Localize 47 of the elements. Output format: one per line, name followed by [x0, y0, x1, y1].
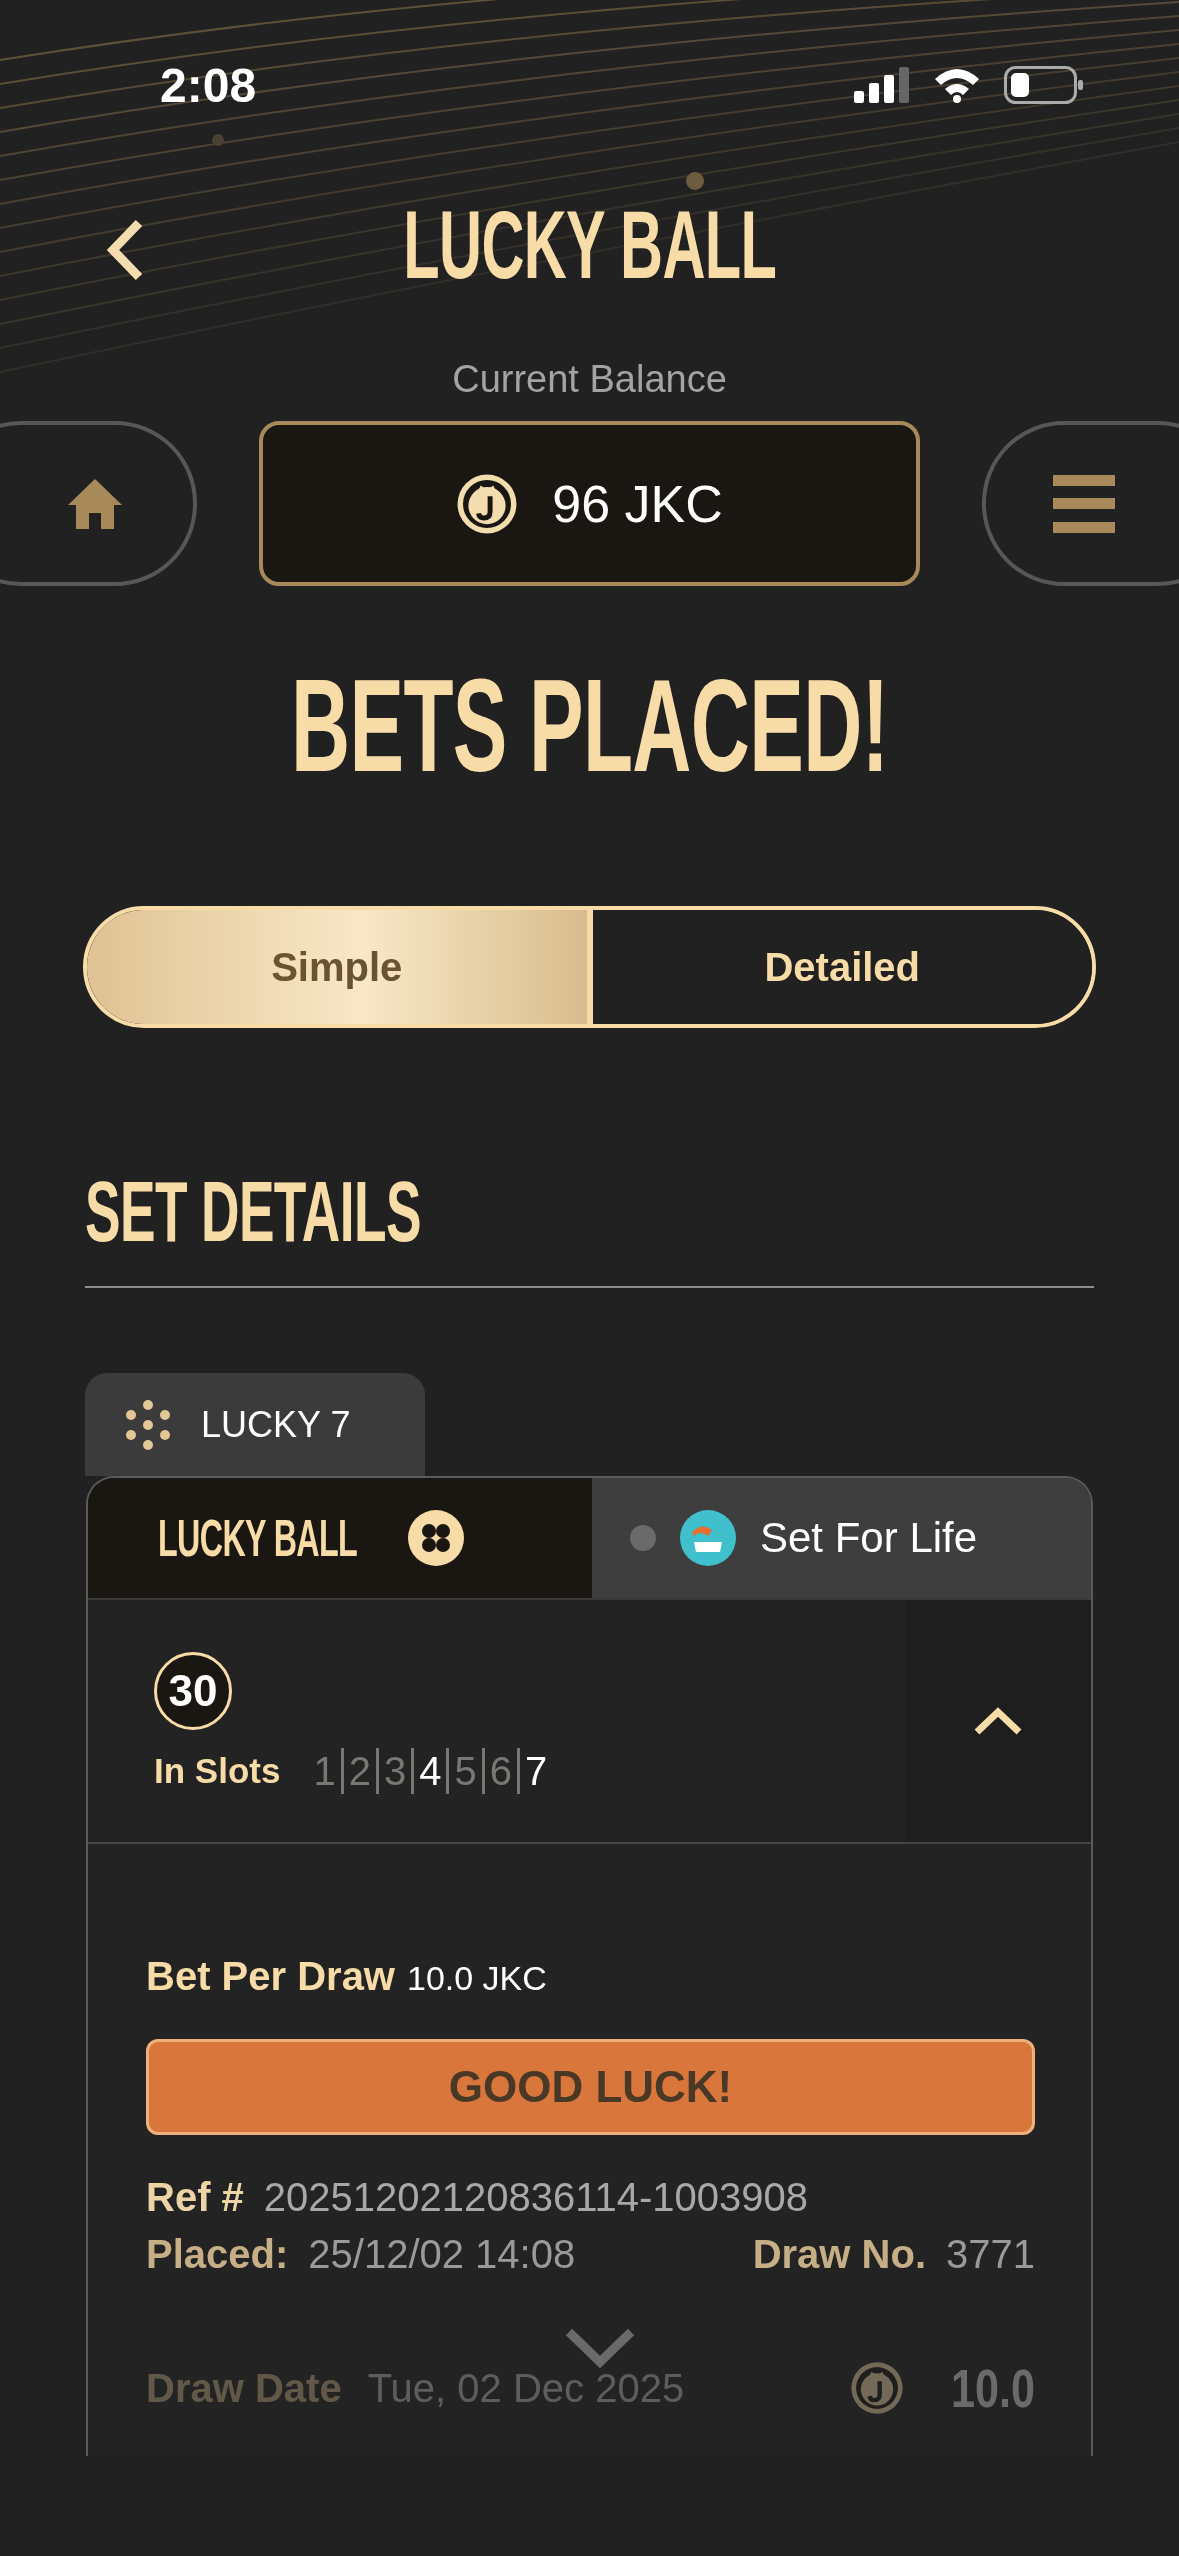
ref-number: 20251202120836114-1003908 — [263, 2175, 809, 2220]
draw-date: Tue, 02 Dec 2025 — [367, 2365, 685, 2411]
set-label: LUCKY 7 — [201, 1403, 351, 1446]
number-ball: 30 — [154, 1652, 232, 1730]
slot-number: 7 — [516, 1748, 553, 1794]
home-icon — [66, 476, 124, 531]
slots-label: In Slots — [154, 1751, 281, 1791]
headline: BETS PLACED! — [290, 660, 889, 792]
view-tab[interactable]: Simple — [87, 910, 593, 1024]
status-time: 2:08 — [160, 57, 257, 113]
dots-icon — [123, 1399, 173, 1450]
draw-date-label: Draw Date — [146, 2365, 342, 2411]
bet-amount: 10.0 — [950, 2357, 1035, 2419]
section-title: SET DETAILS — [85, 1167, 421, 1254]
signal-icon — [854, 67, 910, 103]
game-tab[interactable]: LUCKY BALL — [88, 1478, 592, 1598]
battery-icon — [1004, 66, 1084, 104]
draw-no-label: Draw No. — [752, 2232, 926, 2277]
balance-amount: 96 JKC — [552, 473, 723, 534]
ref-label: Ref # — [146, 2175, 244, 2220]
bet-per-draw-label: Bet Per Draw — [146, 1954, 395, 1999]
slot-number: 1 — [312, 1748, 337, 1794]
chevron-down-icon — [565, 2328, 635, 2368]
slot-number: 2 — [340, 1748, 376, 1794]
logo-icon — [680, 1510, 736, 1566]
home-button[interactable] — [0, 421, 197, 586]
coin-icon — [849, 2361, 904, 2415]
status-dot — [630, 1525, 656, 1551]
placed-date: 25/12/02 14:08 — [308, 2232, 576, 2277]
slot-number: 3 — [375, 1748, 412, 1794]
slot-number: 5 — [446, 1748, 482, 1794]
coin-icon — [456, 472, 519, 535]
back-icon — [105, 219, 145, 281]
game-tab[interactable]: Set For Life — [592, 1478, 1091, 1598]
placed-label: Placed: — [146, 2232, 289, 2277]
clover-icon — [408, 1510, 465, 1566]
balance-label: Current Balance — [451, 358, 728, 401]
set-tab[interactable]: LUCKY 7 — [85, 1373, 425, 1476]
page-title: LUCKY BALL — [403, 197, 776, 293]
slot-number: 6 — [481, 1748, 517, 1794]
draw-number: 3771 — [946, 2232, 1035, 2277]
menu-icon — [1053, 474, 1115, 533]
bet-per-draw-value: 10.0 JKC — [407, 1959, 547, 1998]
slot-number: 4 — [411, 1748, 447, 1794]
menu-button[interactable] — [982, 421, 1179, 586]
chevron-icon — [973, 1706, 1023, 1736]
good-luck-button[interactable]: GOOD LUCK! — [146, 2039, 1035, 2135]
